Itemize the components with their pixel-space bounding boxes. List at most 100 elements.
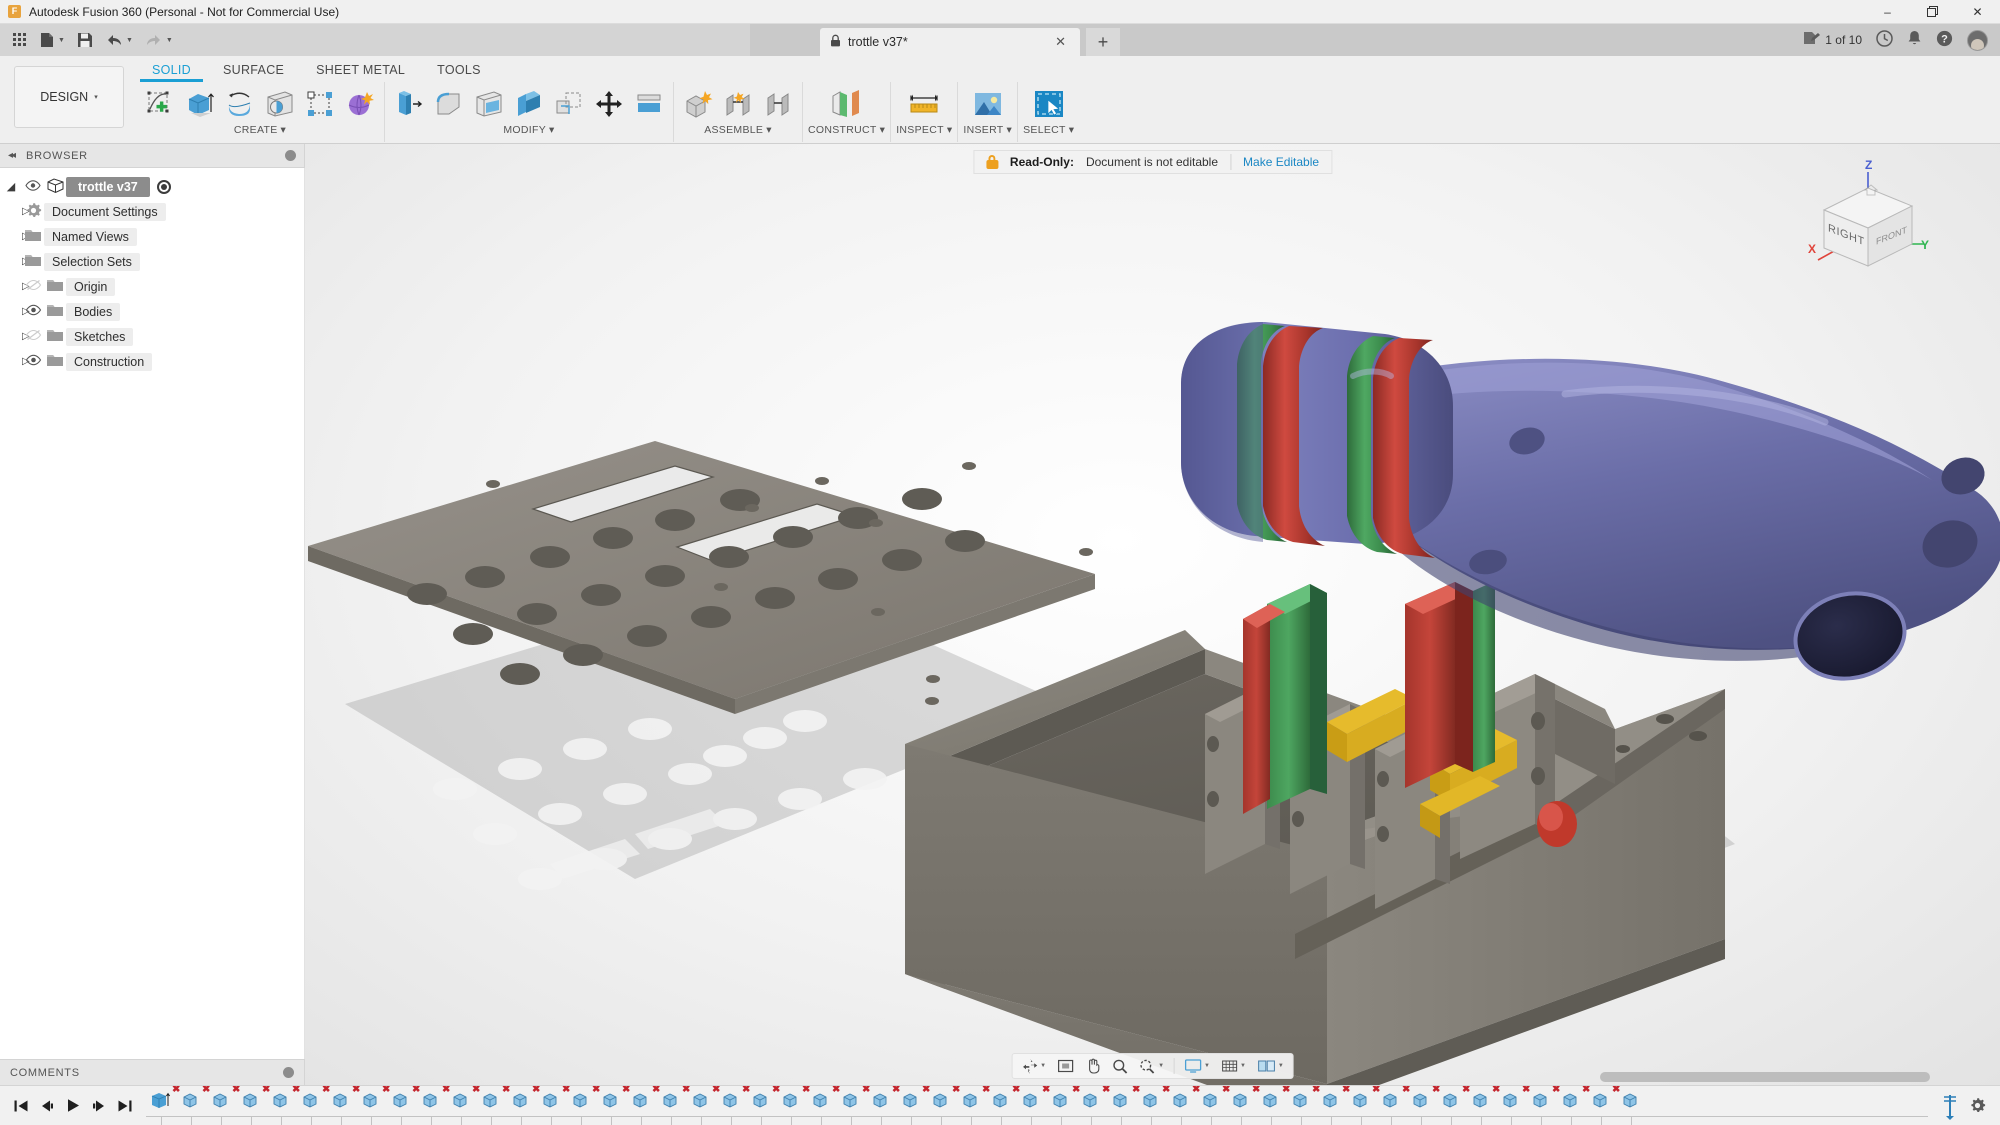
timeline-settings-gear-icon[interactable] <box>1966 1093 1988 1119</box>
ribbon-group-construct-label[interactable]: CONSTRUCT ▾ <box>808 124 885 136</box>
rigid-group-icon[interactable] <box>759 84 797 124</box>
ribbon-group-select-label[interactable]: SELECT ▾ <box>1023 124 1074 136</box>
ribbon-group-modify-label[interactable]: MODIFY ▾ <box>503 124 554 136</box>
ribbon-group-inspect-label[interactable]: INSPECT ▾ <box>896 124 952 136</box>
expand-arrow-icon[interactable]: ▷ <box>0 281 30 292</box>
tree-node-selection-sets[interactable]: ▷ Selection Sets <box>0 249 304 274</box>
shell-icon[interactable] <box>470 84 508 124</box>
tree-node-origin[interactable]: ▷ Origin <box>0 274 304 299</box>
tab-surface[interactable]: SURFACE <box>207 56 300 82</box>
rib-pattern-icon[interactable] <box>301 84 339 124</box>
timeline-feature-item[interactable]: ✖ <box>1612 1086 1646 1125</box>
expand-arrow-icon[interactable]: ▷ <box>0 356 30 367</box>
go-to-end-button[interactable] <box>114 1093 136 1119</box>
app-grid-icon[interactable] <box>6 27 34 53</box>
insert-image-icon[interactable] <box>969 84 1007 124</box>
display-settings-icon[interactable]: ▼ <box>1180 1055 1215 1077</box>
viewport-canvas[interactable]: Read-Only: Document is not editable Make… <box>305 144 2000 1085</box>
hole-icon[interactable] <box>261 84 299 124</box>
press-pull-icon[interactable] <box>390 84 428 124</box>
tree-node-named-views[interactable]: ▷ Named Views <box>0 224 304 249</box>
browser-options-icon[interactable] <box>285 150 296 161</box>
measure-ruler-icon[interactable] <box>905 84 943 124</box>
step-back-button[interactable] <box>36 1093 58 1119</box>
step-forward-button[interactable] <box>88 1093 110 1119</box>
notifications-bell-icon[interactable] <box>1907 30 1922 50</box>
timeline-track[interactable]: ✖ ✖ ✖ ✖ ✖ ✖ ✖ ✖ ✖ ✖ ✖ ✖ ✖ ✖ ✖ ✖ ✖ ✖ ✖ ✖ ✖ ✖ ✖ ✖ ✖ ✖ ✖ ✖ ✖ ✖ ✖ ✖ ✖ ✖ ✖ ✖ ✖ ✖ ✖ ✖… <box>146 1086 1928 1125</box>
fit-icon[interactable] <box>1053 1055 1079 1077</box>
collapse-panel-icon[interactable]: ◂◂ <box>8 150 16 161</box>
close-icon[interactable]: ✕ <box>1051 34 1070 50</box>
construction-plane-icon[interactable] <box>828 84 866 124</box>
draft-icon[interactable] <box>510 84 548 124</box>
view-cube[interactable]: Z Y X RIGHT FRONT <box>1808 158 1938 278</box>
undo-caret-icon[interactable]: ▼ <box>126 37 133 44</box>
expand-arrow-icon[interactable]: ◢ <box>0 180 22 193</box>
create-sketch-icon[interactable] <box>141 84 179 124</box>
workspace-selector[interactable]: DESIGN ▾ <box>14 66 124 128</box>
save-icon[interactable] <box>71 27 99 53</box>
move-copy-icon[interactable] <box>590 84 628 124</box>
tree-node-root[interactable]: ◢ trottle v37 <box>0 174 304 199</box>
tree-node-bodies[interactable]: ▷ Bodies <box>0 299 304 324</box>
ribbon-group-insert-label[interactable]: INSERT ▾ <box>963 124 1012 136</box>
recent-activity-icon[interactable] <box>1876 30 1893 50</box>
user-avatar[interactable] <box>1967 29 1988 51</box>
comments-panel[interactable]: COMMENTS <box>0 1059 305 1085</box>
undo-icon[interactable]: ▼ <box>99 27 139 53</box>
tab-solid[interactable]: SOLID <box>136 56 207 82</box>
redo-icon[interactable]: ▼ <box>139 27 179 53</box>
new-tab-button[interactable]: + <box>1086 28 1120 56</box>
cad-model[interactable] <box>305 144 2000 1085</box>
document-tab[interactable]: trottle v37* ✕ <box>820 28 1080 56</box>
expand-arrow-icon[interactable]: ▷ <box>0 231 30 242</box>
add-comment-icon[interactable] <box>283 1067 294 1078</box>
tree-node-sketches[interactable]: ▷ Sketches <box>0 324 304 349</box>
expand-arrow-icon[interactable]: ▷ <box>0 331 30 342</box>
create-form-icon[interactable] <box>341 84 379 124</box>
expand-arrow-icon[interactable]: ▷ <box>0 206 30 217</box>
eye-icon[interactable] <box>22 304 44 319</box>
zoom-window-icon[interactable]: ▼ <box>1135 1055 1169 1077</box>
joint-icon[interactable] <box>719 84 757 124</box>
eye-icon[interactable] <box>22 179 44 194</box>
new-file-caret-icon[interactable]: ▼ <box>58 37 65 44</box>
ribbon-group-create-label[interactable]: CREATE ▾ <box>234 124 286 136</box>
tree-node-document-settings[interactable]: ▷ Document Settings <box>0 199 304 224</box>
expand-arrow-icon[interactable]: ▷ <box>0 306 30 317</box>
maximize-button[interactable] <box>1910 0 1955 24</box>
minimize-button[interactable]: – <box>1865 0 1910 24</box>
document-count[interactable]: 1 of 10 <box>1803 31 1862 49</box>
extrude-icon[interactable] <box>181 84 219 124</box>
ribbon-group-assemble-label[interactable]: ASSEMBLE ▾ <box>704 124 772 136</box>
go-to-beginning-button[interactable] <box>10 1093 32 1119</box>
eye-off-icon[interactable] <box>22 329 44 344</box>
home-icon[interactable] <box>1863 184 1879 199</box>
new-component-icon[interactable] <box>679 84 717 124</box>
play-button[interactable] <box>62 1093 84 1119</box>
tab-tools[interactable]: TOOLS <box>421 56 497 82</box>
help-icon[interactable]: ? <box>1936 30 1953 50</box>
scale-icon[interactable] <box>550 84 588 124</box>
tab-sheet-metal[interactable]: SHEET METAL <box>300 56 421 82</box>
eye-off-icon[interactable] <box>22 279 44 294</box>
pan-icon[interactable] <box>1081 1055 1106 1077</box>
zoom-icon[interactable] <box>1108 1055 1133 1077</box>
timeline-end-marker[interactable] <box>1940 1094 1958 1120</box>
redo-caret-icon[interactable]: ▼ <box>166 37 173 44</box>
activate-component-icon[interactable] <box>156 179 171 194</box>
new-file-icon[interactable]: ▼ <box>34 27 71 53</box>
select-window-icon[interactable] <box>1030 84 1068 124</box>
revolve-icon[interactable] <box>221 84 259 124</box>
close-button[interactable]: ✕ <box>1955 0 2000 24</box>
viewports-icon[interactable]: ▼ <box>1253 1055 1289 1077</box>
grid-snaps-icon[interactable]: ▼ <box>1217 1055 1251 1077</box>
orbit-icon[interactable]: ▼ <box>1016 1055 1051 1077</box>
eye-icon[interactable] <box>22 354 44 369</box>
fillet-icon[interactable] <box>430 84 468 124</box>
align-icon[interactable] <box>630 84 668 124</box>
tree-node-construction[interactable]: ▷ Construction <box>0 349 304 374</box>
expand-arrow-icon[interactable]: ▷ <box>0 256 30 267</box>
make-editable-link[interactable]: Make Editable <box>1243 155 1319 169</box>
timeline-scrollbar[interactable] <box>1600 1072 1950 1082</box>
